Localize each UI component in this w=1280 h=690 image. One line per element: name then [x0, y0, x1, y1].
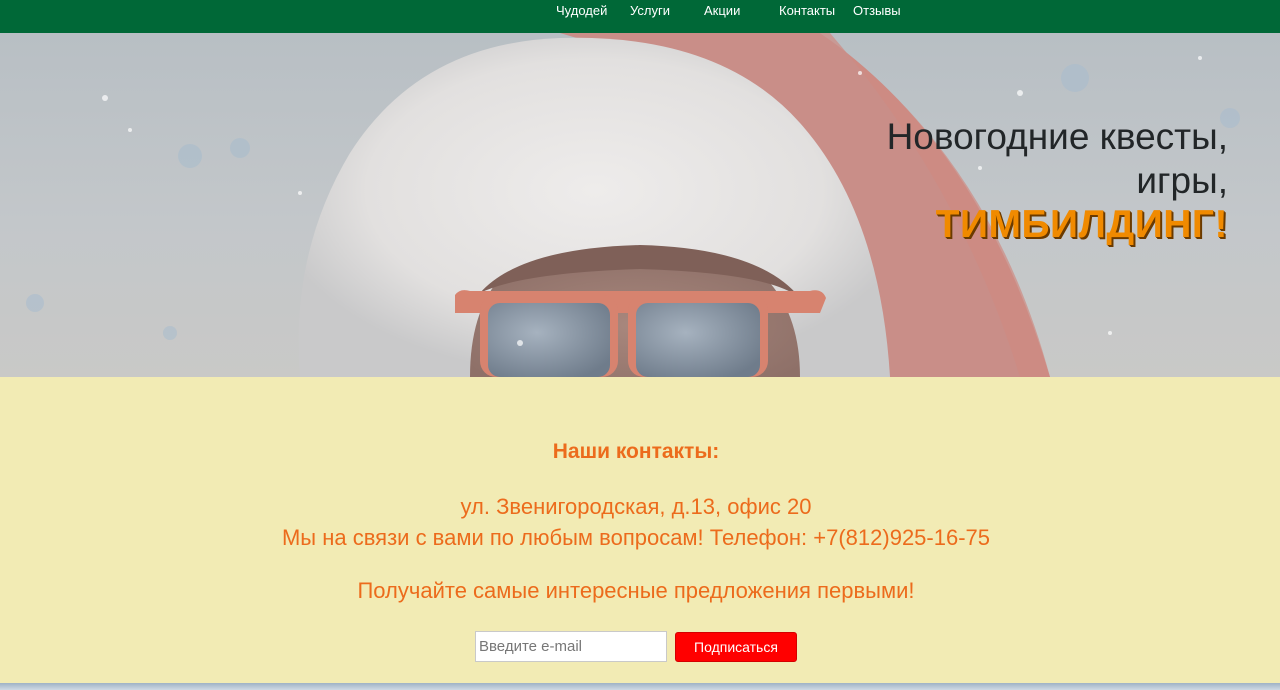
hero-headline: Новогодние квесты, игры, ТИМБИЛДИНГ! [887, 115, 1228, 247]
subscribe-button[interactable]: Подписаться [675, 632, 797, 662]
hero-line-1: Новогодние квесты, [886, 116, 1228, 157]
nav-item-promotions[interactable]: Акции [704, 3, 740, 18]
nav-item-contacts[interactable]: Контакты [779, 3, 835, 18]
top-navbar: Чудодей Услуги Акции Контакты Отзывы [0, 0, 1280, 33]
bottom-divider [0, 683, 1280, 690]
email-input[interactable] [475, 631, 667, 662]
hero-accent-text: ТИМБИЛДИНГ! [935, 203, 1228, 246]
subscribe-promo: Получайте самые интересные предложения п… [357, 578, 915, 603]
nav-item-services[interactable]: Услуги [630, 3, 670, 18]
contacts-title: Наши контакты: [552, 440, 720, 463]
contacts-address: ул. Звенигородская, д.13, офис 20 [460, 494, 812, 519]
contacts-section: Наши контакты: ул. Звенигородская, д.13,… [0, 377, 1280, 683]
hero-banner: Новогодние квесты, игры, ТИМБИЛДИНГ! [0, 33, 1280, 377]
nav-item-reviews[interactable]: Отзывы [853, 3, 901, 18]
nav-item-chudodei[interactable]: Чудодей [556, 3, 607, 18]
contacts-phone: Мы на связи с вами по любым вопросам! Те… [281, 525, 991, 550]
hero-line-2: игры, [1136, 160, 1228, 201]
